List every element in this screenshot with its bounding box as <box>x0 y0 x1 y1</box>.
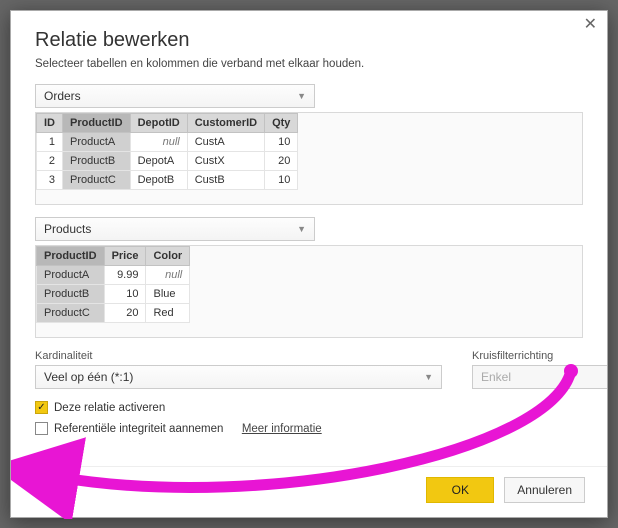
cell: ProductC <box>37 304 105 323</box>
activate-relationship-label: Deze relatie activeren <box>54 402 165 414</box>
cell: ProductA <box>37 266 105 285</box>
more-information-link[interactable]: Meer informatie <box>242 423 322 435</box>
chevron-down-icon: ▼ <box>297 91 306 101</box>
dialog-subtitle: Selecteer tabellen en kolommen die verba… <box>35 58 583 70</box>
table2-col-productid[interactable]: ProductID <box>37 247 105 266</box>
cell: Red <box>146 304 190 323</box>
cell: 10 <box>104 285 146 304</box>
table2-col-price[interactable]: Price <box>104 247 146 266</box>
dialog-footer: OK Annuleren <box>11 466 607 517</box>
cell: 2 <box>37 152 63 171</box>
cell: 10 <box>265 133 298 152</box>
dialog-title: Relatie bewerken <box>35 29 583 52</box>
table1-dropdown[interactable]: Orders ▼ <box>35 84 315 108</box>
table1-col-depotid[interactable]: DepotID <box>130 114 187 133</box>
cancel-button[interactable]: Annuleren <box>504 477 585 503</box>
cell: CustA <box>187 133 264 152</box>
table2-dropdown[interactable]: Products ▼ <box>35 217 315 241</box>
activate-relationship-checkbox[interactable]: ✓ <box>35 401 48 414</box>
table1-col-id[interactable]: ID <box>37 114 63 133</box>
cardinality-label: Kardinaliteit <box>35 350 442 362</box>
cell: CustB <box>187 171 264 190</box>
cell: CustX <box>187 152 264 171</box>
cell: ProductB <box>63 152 131 171</box>
cell: 3 <box>37 171 63 190</box>
table2-dropdown-label: Products <box>44 222 91 236</box>
chevron-down-icon: ▼ <box>297 224 306 234</box>
cell: DepotA <box>130 152 187 171</box>
table1-col-customerid[interactable]: CustomerID <box>187 114 264 133</box>
crossfilter-label: Kruisfilterrichting <box>472 350 607 362</box>
cell: 10 <box>265 171 298 190</box>
cell: ProductA <box>63 133 131 152</box>
table-row: 1 ProductA null CustA 10 <box>37 133 298 152</box>
cell: Blue <box>146 285 190 304</box>
cell: ProductB <box>37 285 105 304</box>
table1-col-qty[interactable]: Qty <box>265 114 298 133</box>
table1-col-productid[interactable]: ProductID <box>63 114 131 133</box>
cell: 20 <box>265 152 298 171</box>
edit-relationship-dialog: ✕ Relatie bewerken Selecteer tabellen en… <box>10 10 608 518</box>
table2-preview: ProductID Price Color ProductA 9.99 null… <box>35 245 583 338</box>
chevron-down-icon: ▼ <box>424 372 433 382</box>
cell: 1 <box>37 133 63 152</box>
crossfilter-dropdown[interactable]: Enkel ▼ <box>472 365 607 389</box>
table-row: ProductC 20 Red <box>37 304 190 323</box>
table-row: 3 ProductC DepotB CustB 10 <box>37 171 298 190</box>
table1-preview: ID ProductID DepotID CustomerID Qty 1 Pr… <box>35 112 583 205</box>
cell: 9.99 <box>104 266 146 285</box>
cell: null <box>130 133 187 152</box>
cardinality-value: Veel op één (*:1) <box>44 370 133 384</box>
cell: ProductC <box>63 171 131 190</box>
ok-button[interactable]: OK <box>426 477 494 503</box>
table2-col-color[interactable]: Color <box>146 247 190 266</box>
table-row: 2 ProductB DepotA CustX 20 <box>37 152 298 171</box>
cardinality-dropdown[interactable]: Veel op één (*:1) ▼ <box>35 365 442 389</box>
table-row: ProductA 9.99 null <box>37 266 190 285</box>
crossfilter-value: Enkel <box>481 370 511 384</box>
assume-referential-integrity-checkbox[interactable] <box>35 422 48 435</box>
cell: null <box>146 266 190 285</box>
check-icon: ✓ <box>37 403 45 413</box>
table-row: ProductB 10 Blue <box>37 285 190 304</box>
cell: 20 <box>104 304 146 323</box>
assume-referential-integrity-label: Referentiële integriteit aannemen <box>54 423 223 435</box>
cell: DepotB <box>130 171 187 190</box>
table1-dropdown-label: Orders <box>44 89 81 103</box>
